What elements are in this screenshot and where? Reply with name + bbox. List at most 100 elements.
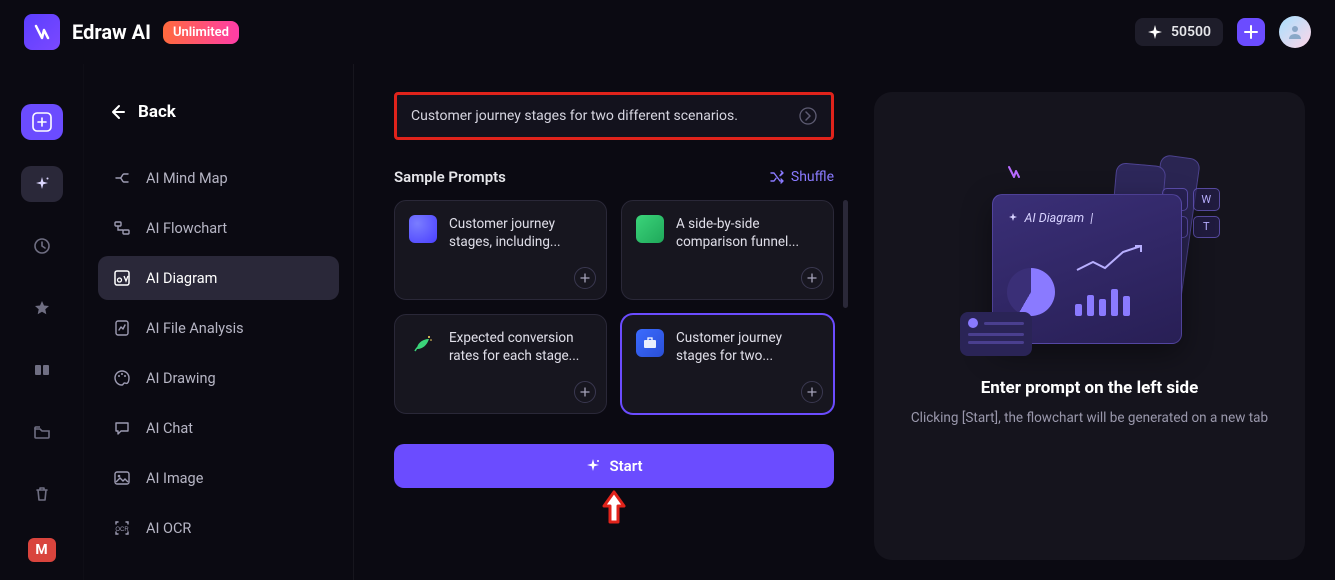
shuffle-label: Shuffle <box>791 169 834 185</box>
rail-favorites-button[interactable] <box>21 290 63 326</box>
prompt-text: Customer journey stages, including... <box>449 215 592 285</box>
app-header: Edraw AI Unlimited 50500 <box>0 0 1335 64</box>
start-button[interactable]: Start <box>394 444 834 488</box>
back-button[interactable]: Back <box>98 94 339 130</box>
sidebar-item-diagram[interactable]: AI Diagram <box>98 256 339 300</box>
sparkline-icon <box>1075 240 1145 280</box>
arrow-up-icon <box>600 490 628 524</box>
shuffle-button[interactable]: Shuffle <box>769 169 834 185</box>
rail-files-button[interactable] <box>21 414 63 450</box>
sparkle-icon <box>33 175 51 193</box>
scrollbar[interactable] <box>843 200 848 308</box>
sparkle-icon <box>585 458 601 474</box>
pointer-annotation <box>394 490 834 524</box>
palette-icon <box>112 368 132 388</box>
mindmap-icon <box>112 168 132 188</box>
shapes-icon <box>33 361 51 379</box>
logo-tiny-icon <box>1006 164 1022 180</box>
prompt-card[interactable]: Customer journey stages, including... <box>394 200 607 300</box>
add-prompt-button[interactable] <box>801 267 823 289</box>
preview-illustration: S W O T AI Diagram| <box>960 146 1220 356</box>
prompt-input[interactable]: Customer journey stages for two differen… <box>394 92 834 140</box>
add-prompt-button[interactable] <box>801 381 823 403</box>
clock-icon <box>33 237 51 255</box>
plus-square-icon <box>32 112 52 132</box>
preview-panel: S W O T AI Diagram| <box>874 92 1305 560</box>
sidebar-item-label: AI File Analysis <box>146 320 244 337</box>
svg-text:OCR: OCR <box>115 527 129 533</box>
preview-subtext: Clicking [Start], the flowchart will be … <box>911 408 1268 428</box>
user-icon <box>1287 24 1303 40</box>
rail-ai-button[interactable] <box>21 166 63 202</box>
add-prompt-button[interactable] <box>574 267 596 289</box>
arrow-left-icon <box>108 103 126 121</box>
trash-icon <box>33 485 51 503</box>
sidebar-item-label: AI Drawing <box>146 370 216 387</box>
add-credits-button[interactable] <box>1237 18 1265 46</box>
sidebar-item-flowchart[interactable]: AI Flowchart <box>98 206 339 250</box>
submit-arrow-icon[interactable] <box>799 107 817 125</box>
user-avatar[interactable] <box>1279 16 1311 48</box>
brand-name: Edraw AI <box>72 20 151 44</box>
sidebar-item-chat[interactable]: AI Chat <box>98 406 339 450</box>
prompt-card[interactable]: Customer journey stages for two... <box>621 314 834 414</box>
sidebar-item-label: AI Flowchart <box>146 220 227 237</box>
prompt-text: Customer journey stages for two... <box>676 329 819 399</box>
plus-icon <box>807 273 817 283</box>
file-analysis-icon <box>112 318 132 338</box>
illustration-title: AI Diagram| <box>1007 211 1094 226</box>
credits-display[interactable]: 50500 <box>1135 18 1223 46</box>
preview-heading: Enter prompt on the left side <box>981 378 1199 398</box>
folder-icon <box>33 423 51 441</box>
sidebar-item-file-analysis[interactable]: AI File Analysis <box>98 306 339 350</box>
prompt-input-value: Customer journey stages for two differen… <box>411 108 738 124</box>
prompt-grid: Customer journey stages, including... A … <box>394 200 834 414</box>
sidebar-nav: AI Mind Map AI Flowchart AI Diagram AI F… <box>98 156 339 550</box>
header-left: Edraw AI Unlimited <box>24 14 239 50</box>
sidebar-item-label: AI Image <box>146 470 203 487</box>
rail-m-badge[interactable]: M <box>28 538 56 562</box>
sidebar-item-label: AI Mind Map <box>146 170 228 187</box>
sample-prompts-header: Sample Prompts Shuffle <box>394 168 834 186</box>
sidebar-item-ocr[interactable]: OCR AI OCR <box>98 506 339 550</box>
header-right: 50500 <box>1135 16 1311 48</box>
image-icon <box>112 468 132 488</box>
credits-value: 50500 <box>1171 24 1211 40</box>
rail-trash-button[interactable] <box>21 476 63 512</box>
rail-new-button[interactable] <box>21 104 63 140</box>
sidebar-item-drawing[interactable]: AI Drawing <box>98 356 339 400</box>
bars-icon <box>1075 286 1145 316</box>
back-label: Back <box>138 102 176 122</box>
sparkle-icon <box>1147 24 1163 40</box>
funnel-icon <box>636 215 664 243</box>
sidebar-item-label: AI Chat <box>146 420 193 437</box>
pie-icon <box>1007 268 1055 316</box>
diagram-icon <box>112 268 132 288</box>
rail-recents-button[interactable] <box>21 228 63 264</box>
sidebar-item-image[interactable]: AI Image <box>98 456 339 500</box>
sidebar-item-label: AI OCR <box>146 520 191 537</box>
app-logo <box>24 14 60 50</box>
leaf-icon <box>409 329 437 357</box>
plan-badge: Unlimited <box>163 21 239 44</box>
briefcase-icon <box>636 329 664 357</box>
icon-rail: M <box>0 64 84 580</box>
prompt-card[interactable]: A side-by-side comparison funnel... <box>621 200 834 300</box>
sidebar-item-mindmap[interactable]: AI Mind Map <box>98 156 339 200</box>
rail-templates-button[interactable] <box>21 352 63 388</box>
chat-icon <box>112 418 132 438</box>
add-prompt-button[interactable] <box>574 381 596 403</box>
prompt-column: Customer journey stages for two differen… <box>394 92 834 560</box>
prompt-card[interactable]: Expected conversion rates for each stage… <box>394 314 607 414</box>
sidebar: Back AI Mind Map AI Flowchart AI Diagram <box>84 64 354 580</box>
user-card-icon <box>960 312 1032 356</box>
chat-bubble-icon <box>409 215 437 243</box>
main-area: Customer journey stages for two differen… <box>354 64 1335 580</box>
prompt-text: A side-by-side comparison funnel... <box>676 215 819 285</box>
section-title: Sample Prompts <box>394 168 506 186</box>
plus-icon <box>807 387 817 397</box>
shuffle-icon <box>769 169 785 185</box>
start-label: Start <box>609 457 642 475</box>
star-icon <box>33 299 51 317</box>
flowchart-icon <box>112 218 132 238</box>
